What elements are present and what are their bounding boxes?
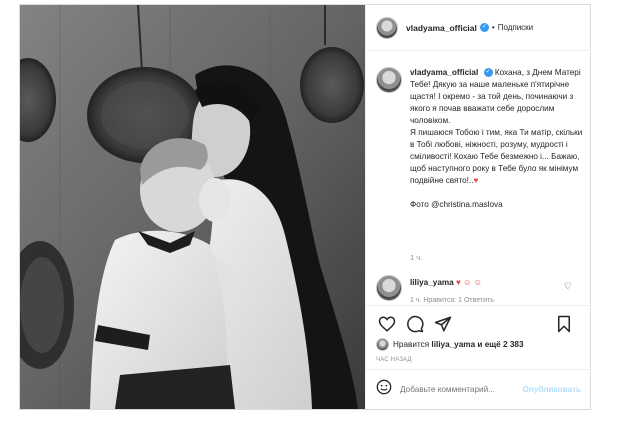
add-comment-input[interactable]	[400, 385, 530, 394]
post-caption: vladyama_official ✓ Кохана, з Днем Матер…	[376, 67, 586, 211]
post-header: vladyama_official ✓ • Подписки	[366, 5, 591, 51]
caption-paragraph-2: Я пишаюся Тобою і тим, яка Ти матір, скі…	[410, 128, 583, 185]
heart-icon: ♥	[473, 176, 479, 185]
post-timestamp[interactable]: ЧАС НАЗАД	[376, 357, 412, 363]
caption-time: 1 ч.	[410, 253, 423, 262]
author-avatar[interactable]	[376, 16, 398, 39]
author-username[interactable]: vladyama_official	[406, 23, 477, 33]
post-side-panel: vladyama_official ✓ • Подписки vladyama_…	[365, 5, 591, 409]
liker-avatar[interactable]	[376, 338, 389, 351]
likes-prefix: Нравится	[393, 340, 430, 349]
add-comment-bar: Опубликовать	[366, 369, 591, 409]
heart-outline-icon[interactable]: ♡	[564, 281, 572, 292]
comment-meta[interactable]: 1 ч. Нравится: 1 Ответить	[410, 297, 494, 304]
bookmark-icon[interactable]	[553, 313, 575, 335]
liker-username[interactable]: liliya_yama	[431, 340, 475, 349]
caption-text: vladyama_official ✓ Кохана, з Днем Матер…	[410, 67, 584, 211]
commenter-avatar[interactable]	[376, 275, 402, 301]
photo-image	[20, 5, 365, 409]
share-icon[interactable]	[432, 313, 454, 335]
commenter-username[interactable]: liliya_yama	[410, 278, 454, 287]
post-card: vladyama_official ✓ • Подписки vladyama_…	[19, 4, 591, 410]
likes-row: Нравится liliya_yama и ещё 2 383	[376, 338, 524, 351]
heart-icon[interactable]	[376, 313, 398, 335]
comment-emojis: ♥ ☺ ☺	[455, 278, 483, 287]
following-button[interactable]: Подписки	[498, 23, 533, 32]
post-photo[interactable]	[20, 5, 365, 409]
emoji-icon[interactable]	[376, 379, 392, 400]
caption-username[interactable]: vladyama_official	[410, 68, 478, 77]
page: vladyama_official ✓ • Подписки vladyama_…	[0, 0, 620, 423]
comment-item: liliya_yama ♥ ☺ ☺ 1 ч. Нравится: 1 Ответ…	[376, 273, 586, 304]
verified-badge-icon: ✓	[483, 68, 493, 78]
comment-body: liliya_yama ♥ ☺ ☺	[410, 277, 482, 289]
likes-count[interactable]: и ещё 2 383	[477, 340, 523, 349]
caption-avatar[interactable]	[376, 67, 402, 93]
photo-credit[interactable]: Фото @christina.maslova	[410, 200, 503, 209]
publish-button[interactable]: Опубликовать	[523, 385, 581, 394]
comment-icon[interactable]	[404, 313, 426, 335]
header-separator: •	[491, 23, 495, 32]
verified-badge-icon: ✓	[479, 23, 489, 32]
post-actions	[366, 305, 591, 341]
